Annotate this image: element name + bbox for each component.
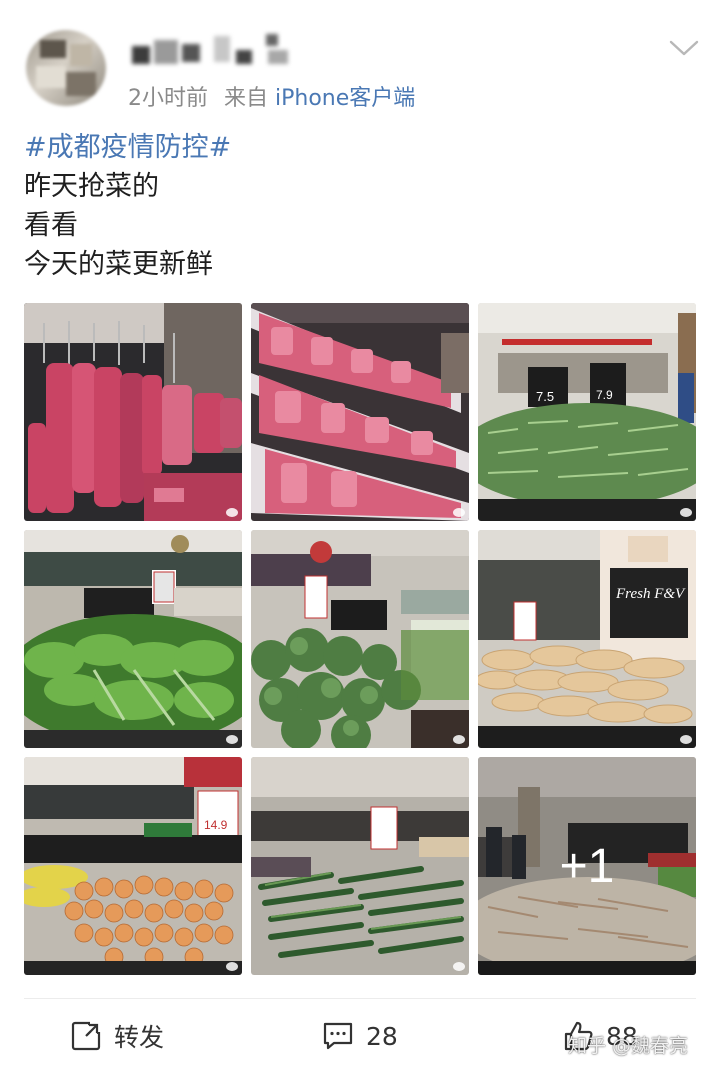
post-hashtag[interactable]: #成都疫情防控# bbox=[24, 128, 231, 167]
image-grid: 7.5 7.9 Fresh F&V 14.9 +1 bbox=[24, 303, 696, 975]
image-tile-hanging-pork[interactable] bbox=[24, 303, 242, 521]
price-sign: 14.9 bbox=[204, 818, 228, 832]
svg-text:7.9: 7.9 bbox=[596, 388, 613, 402]
post-line: 昨天抢菜的 bbox=[24, 171, 159, 202]
zhihu-watermark: 知乎 @魏春亮 bbox=[568, 1035, 689, 1057]
repost-label: 转发 bbox=[114, 1023, 165, 1052]
post-source[interactable]: iPhone客户端 bbox=[275, 86, 415, 111]
image-tile-pork-fridge[interactable] bbox=[251, 303, 469, 521]
image-tile-green-beans[interactable]: 7.5 7.9 bbox=[478, 303, 696, 521]
weibo-watermark-icon bbox=[680, 735, 692, 744]
comment-icon bbox=[323, 1022, 353, 1050]
repost-button[interactable]: 转发 bbox=[70, 1016, 164, 1056]
weibo-watermark-icon bbox=[226, 962, 238, 971]
comment-count: 28 bbox=[366, 1021, 398, 1051]
image-tile-cucumbers[interactable] bbox=[251, 757, 469, 975]
image-tile-radish[interactable]: Fresh F&V bbox=[478, 530, 696, 748]
weibo-watermark-icon bbox=[226, 508, 238, 517]
more-images-count: +1 bbox=[559, 839, 615, 893]
source-prefix: 来自 bbox=[224, 86, 269, 111]
image-tile-potatoes[interactable]: 14.9 bbox=[24, 757, 242, 975]
more-images-overlay[interactable]: +1 bbox=[478, 757, 696, 975]
image-tile-broccoli[interactable] bbox=[251, 530, 469, 748]
share-icon bbox=[71, 1020, 102, 1051]
weibo-watermark-icon bbox=[453, 508, 465, 517]
weibo-watermark-icon bbox=[226, 735, 238, 744]
post-time: 2小时前 bbox=[128, 86, 208, 111]
price-sign: 7.5 bbox=[536, 389, 554, 404]
image-tile-white-radish[interactable]: +1 bbox=[478, 757, 696, 975]
weibo-watermark-icon bbox=[453, 962, 465, 971]
post-line: 今天的菜更新鲜 bbox=[24, 249, 213, 280]
divider bbox=[24, 998, 696, 999]
post-body: #成都疫情防控# 昨天抢菜的 看看 今天的菜更新鲜 bbox=[24, 128, 231, 284]
image-tile-leafy-greens[interactable] bbox=[24, 530, 242, 748]
chevron-down-icon[interactable] bbox=[668, 38, 700, 58]
store-sign: Fresh F&V bbox=[615, 586, 686, 602]
author-avatar[interactable] bbox=[26, 30, 106, 106]
comment-button[interactable]: 28 bbox=[322, 1016, 398, 1056]
post-line: 看看 bbox=[24, 210, 78, 241]
weibo-watermark-icon bbox=[453, 735, 465, 744]
post-meta: 2小时前 来自 iPhone客户端 bbox=[128, 80, 415, 112]
weibo-watermark-icon bbox=[680, 508, 692, 517]
post-header: 2小时前 来自 iPhone客户端 bbox=[0, 0, 720, 118]
author-name-blurred[interactable] bbox=[132, 34, 292, 70]
